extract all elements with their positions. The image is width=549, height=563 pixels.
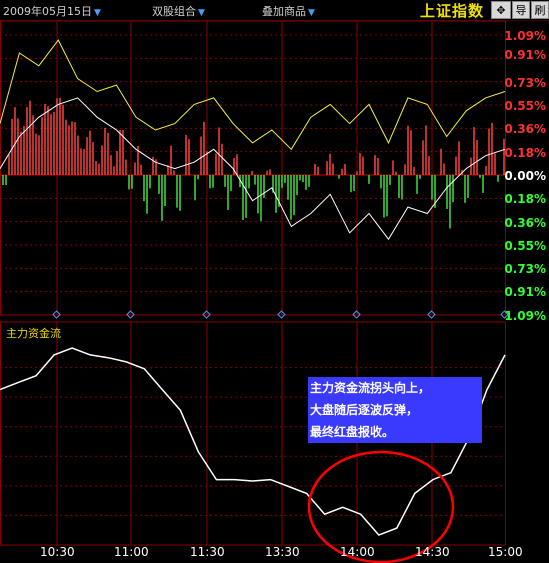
- pct-label-down-4: 0.73%: [504, 262, 546, 276]
- intraday-chart[interactable]: [0, 0, 549, 563]
- pct-label-up-3: 0.73%: [504, 76, 546, 90]
- pct-label-down-6: 1.09%: [504, 309, 546, 323]
- pct-label-down-2: 0.36%: [504, 216, 546, 230]
- annotation-note: 主力资金流拐头向上， 大盘随后逐波反弹， 最终红盘报收。: [308, 377, 482, 443]
- annotation-line-1: 主力资金流拐头向上，: [310, 381, 431, 395]
- pct-label-up-1: 1.09%: [504, 29, 546, 43]
- time-tick-1430: 14:30: [415, 545, 450, 559]
- time-tick-1330: 13:30: [265, 545, 300, 559]
- volume-bars: [2, 97, 505, 229]
- pct-label-up-6: 0.18%: [504, 146, 546, 160]
- pct-label-down-5: 0.91%: [504, 285, 546, 299]
- pct-label-zero: 0.00%: [504, 169, 546, 183]
- pct-label-down-3: 0.55%: [504, 239, 546, 253]
- annotation-line-2: 大盘随后逐波反弹，: [310, 403, 419, 417]
- time-tick-1130: 11:30: [190, 545, 225, 559]
- pct-label-up-2: 0.91%: [504, 48, 546, 62]
- annotation-line-3: 最终红盘报收。: [310, 425, 395, 439]
- time-tick-1030: 10:30: [40, 545, 75, 559]
- time-tick-1500: 15:00: [488, 545, 523, 559]
- capital-flow-panel-title: 主力资金流: [6, 327, 61, 340]
- pct-label-up-5: 0.36%: [504, 122, 546, 136]
- time-tick-1400: 14:00: [340, 545, 375, 559]
- time-tick-1100: 11:00: [114, 545, 149, 559]
- pct-label-up-4: 0.55%: [504, 99, 546, 113]
- pct-label-down-1: 0.18%: [504, 192, 546, 206]
